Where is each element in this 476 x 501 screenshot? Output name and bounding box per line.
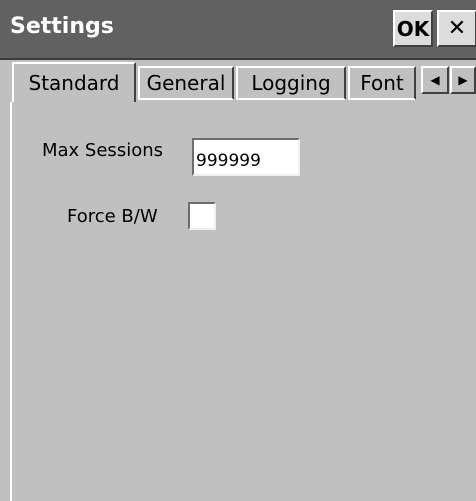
tab-logging[interactable]: Logging (236, 66, 346, 100)
tab-strip: Standard General Logging Font ◀ ▶ (0, 60, 476, 102)
close-icon: ✕ (447, 16, 467, 41)
tab-scroll-left-button[interactable]: ◀ (421, 66, 449, 94)
force-bw-label: Force B/W (67, 206, 158, 227)
force-bw-checkbox[interactable] (188, 202, 216, 230)
ok-button[interactable]: OK (393, 10, 433, 47)
settings-window: Settings OK ✕ Standard General Logging F… (0, 0, 476, 501)
max-sessions-label: Max Sessions (42, 140, 163, 161)
tab-font[interactable]: Font (348, 66, 416, 100)
tab-scroll-right-button[interactable]: ▶ (450, 66, 476, 94)
title-bar: Settings OK ✕ (0, 0, 476, 60)
standard-tab-page: Max Sessions Force B/W (10, 102, 476, 501)
arrow-right-icon: ▶ (458, 73, 468, 87)
tab-standard[interactable]: Standard (12, 62, 136, 102)
tab-general[interactable]: General (138, 66, 234, 100)
close-button[interactable]: ✕ (437, 10, 476, 47)
arrow-left-icon: ◀ (430, 73, 440, 87)
max-sessions-input[interactable] (192, 138, 300, 176)
window-title: Settings (10, 14, 114, 39)
